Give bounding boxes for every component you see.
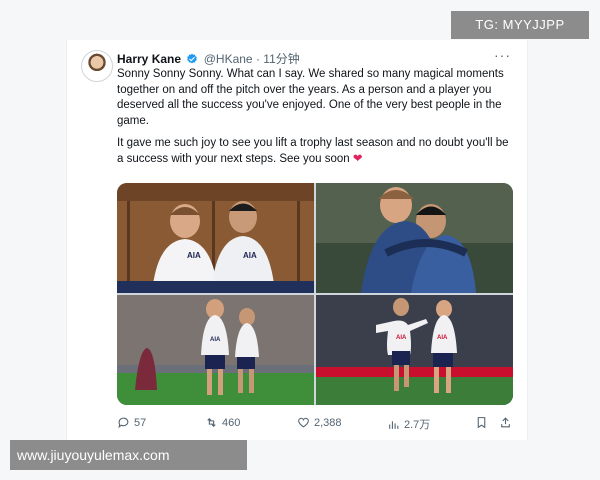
separator-dot: · [255, 52, 260, 66]
son-kane-running-photo[interactable]: AIA AIA [316, 295, 513, 405]
more-options-icon[interactable]: ··· [494, 47, 511, 63]
photo-grid: AIA AIA AIA AIA AIA [117, 183, 513, 405]
views-chart-icon [389, 420, 399, 429]
author-name[interactable]: Harry Kane [117, 52, 181, 66]
running-illustration: AIA AIA [316, 295, 513, 405]
heart-icon [298, 417, 309, 428]
tweet-actions: 57 460 2,388 2.7万 [117, 416, 517, 432]
locker-room-illustration: AIA AIA [117, 183, 314, 293]
tweet-paragraph-1: Sonny Sonny Sonny. What can I say. We sh… [117, 68, 504, 127]
tweet-paragraph-2-text: It gave me such joy to see you lift a tr… [117, 137, 509, 165]
hug-illustration [316, 183, 513, 293]
jersey-text-1: AIA [187, 251, 201, 260]
bookmark-icon [477, 417, 486, 429]
bookmark-button[interactable] [475, 416, 488, 429]
celebration-illustration: AIA [117, 295, 314, 405]
reply-button[interactable]: 57 [117, 416, 146, 429]
kane-son-hug-photo[interactable] [316, 183, 513, 293]
retweet-icon [207, 417, 216, 428]
views-count: 2.7万 [404, 419, 431, 431]
share-icon [501, 417, 510, 428]
jersey-text-3: AIA [210, 337, 221, 343]
kane-son-locker-room-photo[interactable]: AIA AIA [117, 183, 314, 293]
like-count: 2,388 [314, 416, 342, 429]
share-button[interactable] [499, 416, 512, 429]
tweet-text: Sonny Sonny Sonny. What can I say. We sh… [117, 67, 517, 174]
jersey-text-4: AIA [396, 335, 407, 341]
kane-son-celebration-photo[interactable]: AIA [117, 295, 314, 405]
tweet-header: Harry Kane @HKane · 11分钟 [117, 50, 300, 67]
like-button[interactable]: 2,388 [297, 416, 342, 429]
heart-emoji-icon: ❤ [352, 152, 363, 165]
watermark-top: TG: MYYJJPP [451, 11, 589, 39]
retweet-button[interactable]: 460 [205, 416, 240, 429]
tweet-paragraph-2: It gave me such joy to see you lift a tr… [117, 136, 517, 167]
jersey-text-5: AIA [437, 335, 448, 341]
reply-count: 57 [134, 416, 147, 429]
reply-icon [118, 417, 129, 429]
watermark-bottom: www.jiuyouyulemax.com [10, 440, 247, 470]
verified-badge-icon [187, 53, 198, 64]
views-button[interactable]: 2.7万 [387, 416, 430, 432]
author-avatar[interactable] [81, 50, 113, 82]
retweet-count: 460 [222, 416, 241, 429]
jersey-text-2: AIA [243, 251, 257, 260]
timestamp[interactable]: 11分钟 [263, 52, 299, 66]
tweet-card: Harry Kane @HKane · 11分钟 ··· Sonny Sonny… [66, 40, 528, 440]
author-handle[interactable]: @HKane [204, 52, 253, 66]
